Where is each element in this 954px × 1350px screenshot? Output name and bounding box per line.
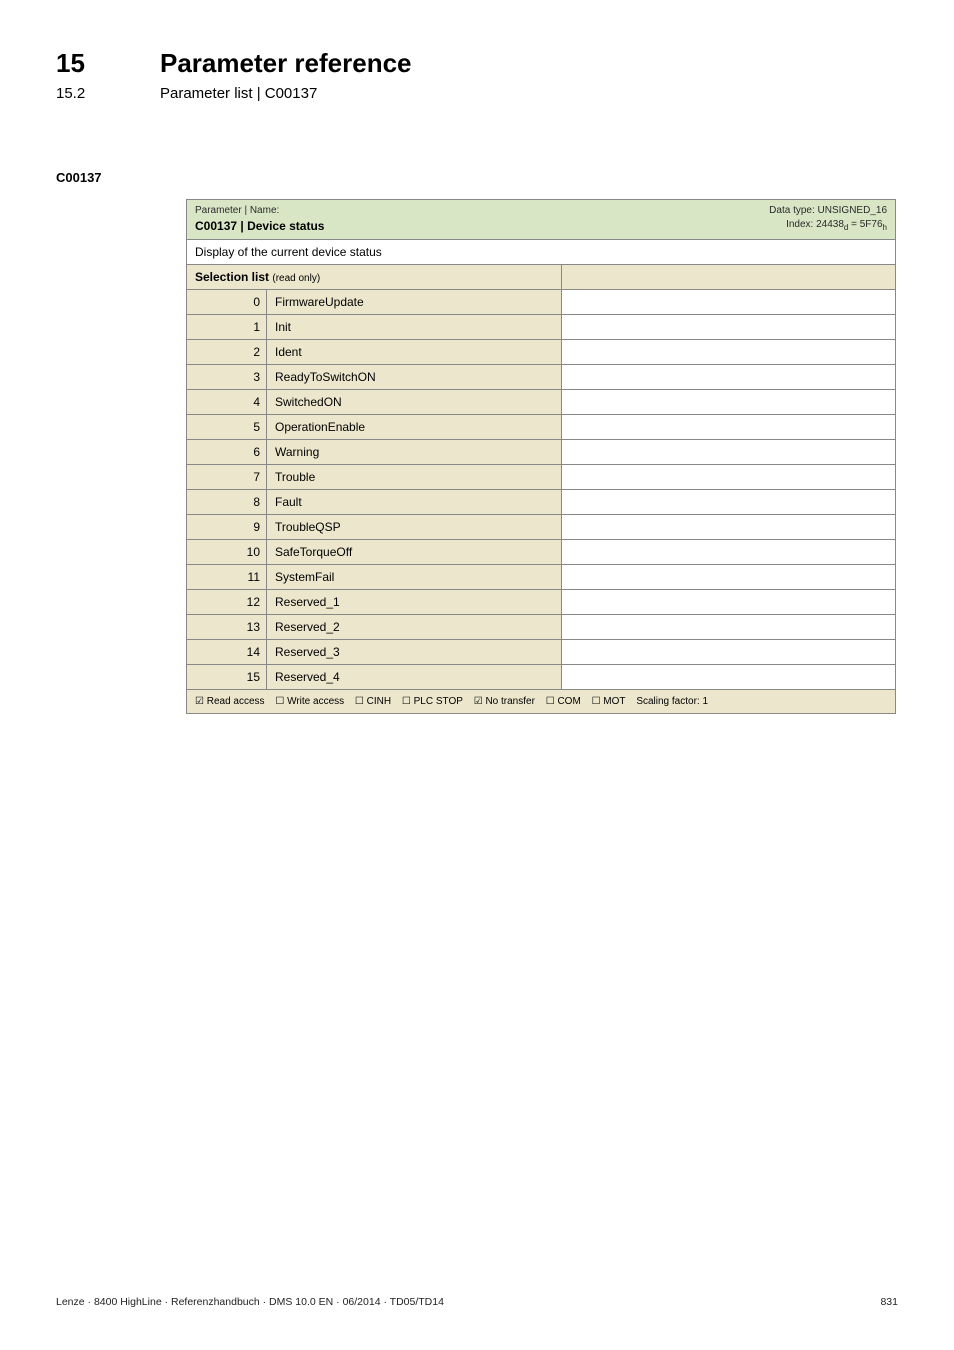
table-row: 14Reserved_3 — [187, 640, 895, 665]
row-code: 9 — [187, 515, 267, 539]
parameter-data-type: Data type: UNSIGNED_16 — [769, 204, 887, 218]
row-code: 8 — [187, 490, 267, 514]
row-blank — [562, 340, 895, 364]
section-number: 15.2 — [56, 85, 106, 102]
row-label: Reserved_4 — [267, 665, 561, 689]
chapter-number: 15 — [56, 48, 106, 79]
table-row: 2Ident — [187, 340, 895, 365]
table-row: 8Fault — [187, 490, 895, 515]
page-footer: Lenze · 8400 HighLine · Referenzhandbuch… — [56, 1296, 898, 1308]
row-blank — [562, 465, 895, 489]
row-label: Warning — [267, 440, 561, 464]
row-code: 5 — [187, 415, 267, 439]
table-row: 6Warning — [187, 440, 895, 465]
table-row: 0FirmwareUpdate — [187, 290, 895, 315]
page-footer-left: Lenze · 8400 HighLine · Referenzhandbuch… — [56, 1296, 444, 1308]
table-row: 15Reserved_4 — [187, 665, 895, 690]
row-label: Trouble — [267, 465, 561, 489]
parameter-table-footer: ☑ Read access ☐ Write access ☐ CINH ☐ PL… — [187, 690, 895, 713]
parameter-header-label: Parameter | Name: — [195, 204, 324, 218]
row-code: 11 — [187, 565, 267, 589]
page-footer-right: 831 — [880, 1296, 898, 1308]
table-row: 7Trouble — [187, 465, 895, 490]
table-row: 5OperationEnable — [187, 415, 895, 440]
row-blank — [562, 515, 895, 539]
selection-list-label: Selection list — [195, 270, 269, 284]
row-label: SwitchedON — [267, 390, 561, 414]
row-blank — [562, 640, 895, 664]
row-label: Init — [267, 315, 561, 339]
row-code: 14 — [187, 640, 267, 664]
row-code: 4 — [187, 390, 267, 414]
selection-list-readonly-text: (read only) — [272, 273, 320, 284]
row-label: Reserved_2 — [267, 615, 561, 639]
table-row: 13Reserved_2 — [187, 615, 895, 640]
row-label: ReadyToSwitchON — [267, 365, 561, 389]
row-label: OperationEnable — [267, 415, 561, 439]
row-blank — [562, 365, 895, 389]
parameter-table: Parameter | Name: C00137 | Device status… — [186, 199, 896, 714]
row-blank — [562, 390, 895, 414]
row-label: SafeTorqueOff — [267, 540, 561, 564]
row-label: Reserved_3 — [267, 640, 561, 664]
row-blank — [562, 615, 895, 639]
row-blank — [562, 490, 895, 514]
separator-rule: _ _ _ _ _ _ _ _ _ _ _ _ _ _ _ _ _ _ _ _ … — [56, 130, 898, 144]
parameter-code: C00137 — [195, 219, 237, 233]
parameter-table-header: Parameter | Name: C00137 | Device status… — [187, 200, 895, 240]
row-code: 6 — [187, 440, 267, 464]
row-blank — [562, 290, 895, 314]
row-label: Reserved_1 — [267, 590, 561, 614]
parameter-header-name: C00137 | Device status — [195, 218, 324, 234]
table-row: 4SwitchedON — [187, 390, 895, 415]
section-title: Parameter list | C00137 — [160, 85, 317, 102]
table-row: 1Init — [187, 315, 895, 340]
row-code: 2 — [187, 340, 267, 364]
table-row: 9TroubleQSP — [187, 515, 895, 540]
table-row: 12Reserved_1 — [187, 590, 895, 615]
parameter-title: Device status — [247, 219, 324, 233]
footer-write-access: ☐ Write access — [275, 696, 344, 707]
footer-mot: ☐ MOT — [592, 696, 626, 707]
footer-scaling: Scaling factor: 1 — [636, 696, 708, 707]
footer-no-transfer: ☑ No transfer — [474, 696, 535, 707]
row-code: 15 — [187, 665, 267, 689]
row-code: 1 — [187, 315, 267, 339]
row-blank — [562, 540, 895, 564]
row-code: 0 — [187, 290, 267, 314]
row-blank — [562, 415, 895, 439]
selection-list-header: Selection list (read only) — [187, 265, 895, 290]
row-blank — [562, 315, 895, 339]
row-label: TroubleQSP — [267, 515, 561, 539]
row-label: Fault — [267, 490, 561, 514]
parameter-description: Display of the current device status — [187, 240, 895, 265]
footer-com: ☐ COM — [546, 696, 581, 707]
row-label: Ident — [267, 340, 561, 364]
row-blank — [562, 440, 895, 464]
footer-cinh: ☐ CINH — [355, 696, 391, 707]
row-blank — [562, 565, 895, 589]
row-code: 3 — [187, 365, 267, 389]
footer-plc-stop: ☐ PLC STOP — [402, 696, 463, 707]
row-code: 7 — [187, 465, 267, 489]
row-code: 12 — [187, 590, 267, 614]
parameter-id: C00137 — [56, 170, 898, 185]
selection-rows: 0FirmwareUpdate1Init2Ident3ReadyToSwitch… — [187, 290, 895, 690]
table-row: 11SystemFail — [187, 565, 895, 590]
row-blank — [562, 590, 895, 614]
parameter-sep: | — [237, 219, 247, 233]
chapter-title: Parameter reference — [160, 48, 412, 79]
row-code: 13 — [187, 615, 267, 639]
row-label: SystemFail — [267, 565, 561, 589]
row-code: 10 — [187, 540, 267, 564]
row-blank — [562, 665, 895, 689]
footer-read-access: ☑ Read access — [195, 696, 265, 707]
table-row: 3ReadyToSwitchON — [187, 365, 895, 390]
table-row: 10SafeTorqueOff — [187, 540, 895, 565]
parameter-index: Index: 24438d = 5F76h — [769, 218, 887, 234]
row-label: FirmwareUpdate — [267, 290, 561, 314]
